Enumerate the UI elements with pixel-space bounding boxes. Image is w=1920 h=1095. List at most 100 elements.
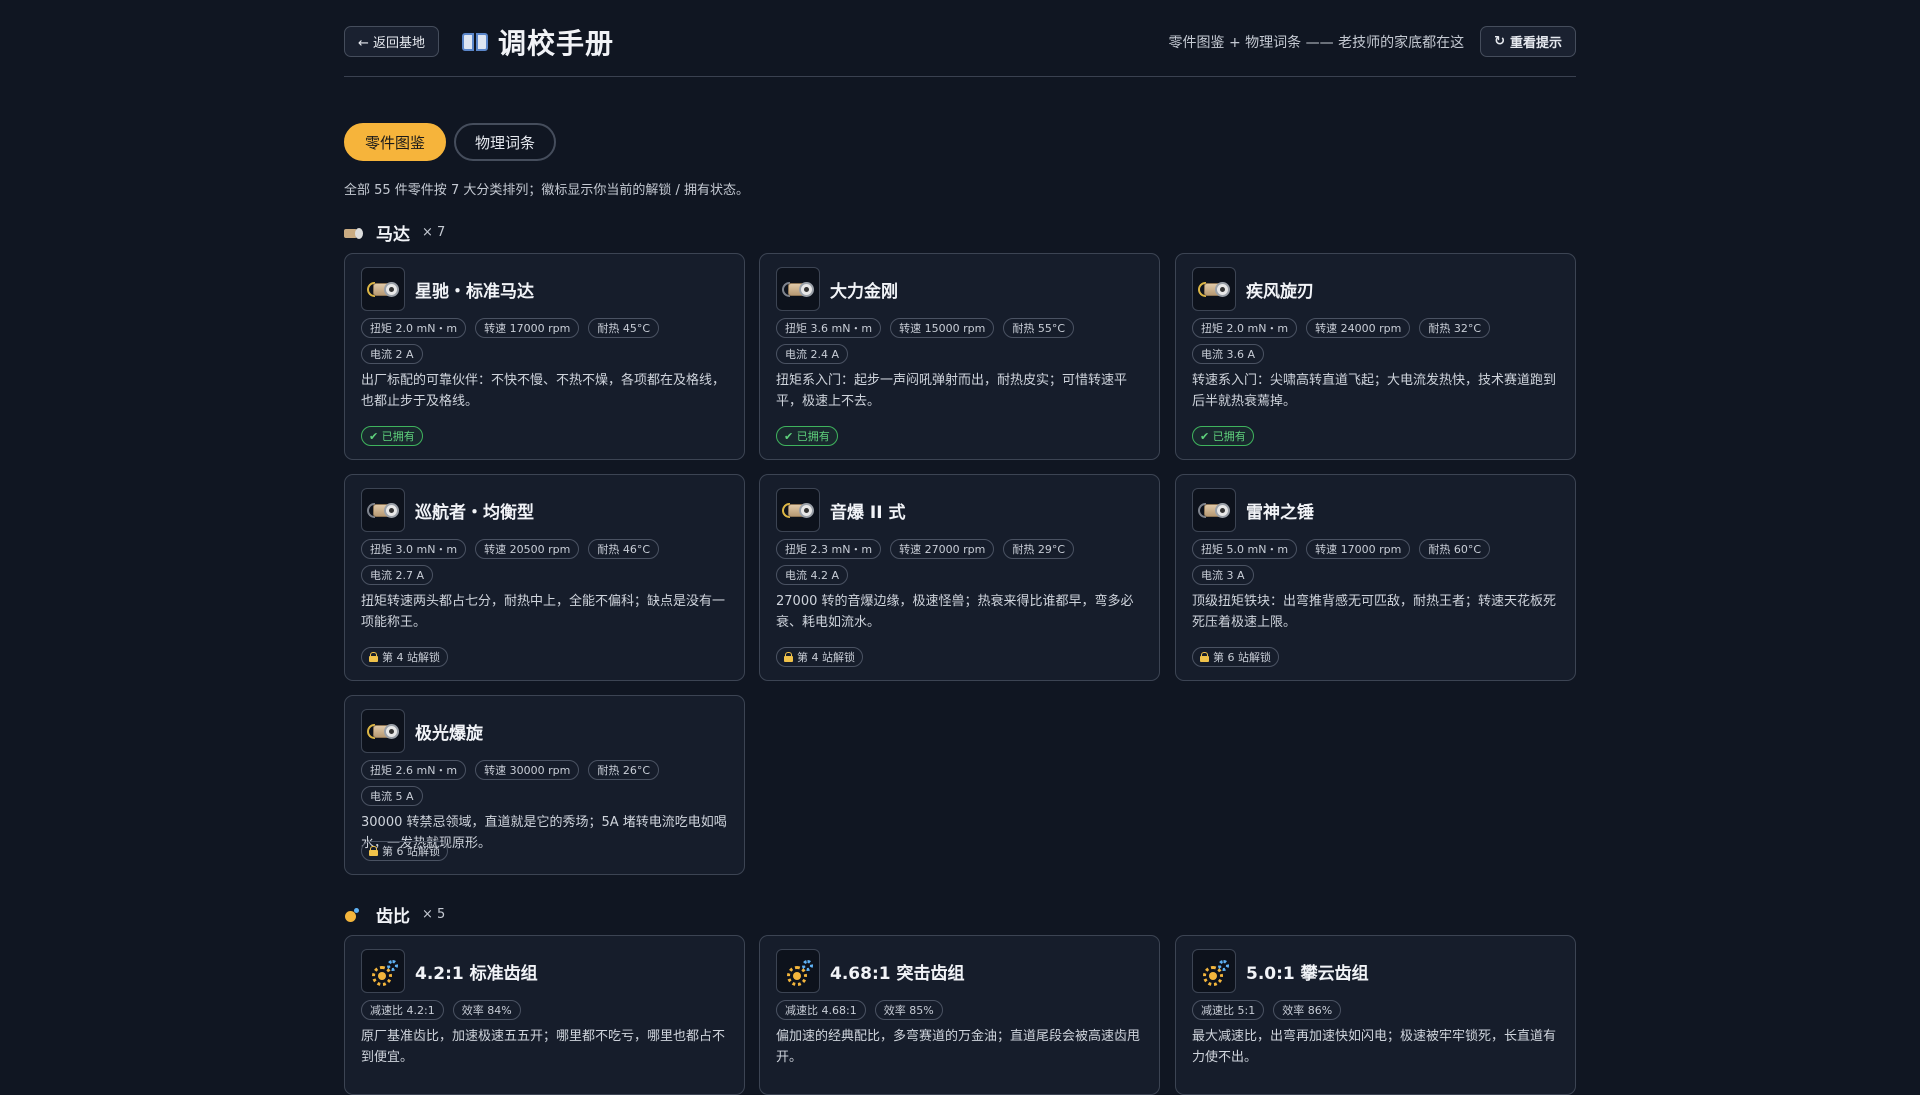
refresh-icon: ↻ [1494,34,1505,49]
spec-chip: 转速 15000 rpm [890,318,995,338]
spec-chip: 电流 3 A [1192,565,1254,585]
header: ← 返回基地 调校手册 零件图鉴 + 物理词条 —— 老技师的家底都在这 ↻ 重… [344,0,1576,77]
spec-chip: 电流 4.2 A [776,565,849,585]
spec-chip: 耐热 46°C [588,539,660,559]
part-card[interactable]: 星驰・标准马达 扭矩 2.0 mN・m 转速 17000 rpm 耐热 45°C 电流 … [344,253,745,460]
spec-chips: 扭矩 2.0 mN・m 转速 17000 rpm 耐热 45°C 电流 2 A [361,318,728,364]
card-header: 极光爆旋 [361,709,728,753]
part-name: 巡航者・均衡型 [415,502,534,523]
motor-icon [367,724,399,739]
part-card[interactable]: 疾风旋刃 扭矩 2.0 mN・m 转速 24000 rpm 耐热 32°C 电流 3.6… [1175,253,1576,460]
spec-chip: 扭矩 2.6 mN・m [361,760,467,780]
spec-chip: 扭矩 2.0 mN・m [1192,318,1298,338]
part-thumbnail [361,709,405,753]
gear-icon [344,907,364,922]
part-name: 疾风旋刃 [1246,281,1314,302]
lock-icon [369,846,378,856]
book-icon [462,31,488,53]
part-description: 原厂基准齿比，加速极速五五开；哪里都不吃亏，哪里也都占不到便宜。 [361,1029,726,1065]
part-card[interactable]: 巡航者・均衡型扭矩 3.0 mN・m 转速 20500 rpm 耐热 46°C 电流 … [344,474,745,681]
spec-chip: 减速比 4.68:1 [776,1000,866,1020]
card-header: 大力金刚 [776,267,1143,311]
part-card[interactable]: 4.68:1 突击齿组 减速比 4.68:1 效率 85% 偏加速的经典配比，多弯赛道… [759,935,1160,1095]
spec-chip: 转速 27000 rpm [890,539,995,559]
header-subtitle: 零件图鉴 + 物理词条 —— 老技师的家底都在这 [1168,34,1465,51]
part-description: 扭矩系入门：起步一声闷吼弹射而出，耐热皮实；可惜转速平平，极速上不去。 [776,373,1128,409]
spec-chips: 扭矩 5.0 mN・m 转速 17000 rpm 耐热 60°C 电流 3 A [1192,539,1559,585]
locked-badge: 第 4 站解锁 [776,647,863,667]
replay-hint-button[interactable]: ↻ 重看提示 [1480,26,1576,57]
motor-icon [1198,282,1230,297]
part-card[interactable]: 极光爆旋 扭矩 2.6 mN・m 转速 30000 rpm 耐热 26°C 电流 5 A… [344,695,745,875]
locked-badge: 第 4 站解锁 [361,647,448,667]
part-thumbnail [776,488,820,532]
part-thumbnail [776,267,820,311]
spec-chip: 电流 3.6 A [1192,344,1265,364]
hint-label: 重看提示 [1509,36,1562,51]
spec-chips: 减速比 4.68:1 效率 85% [776,1000,1143,1020]
part-card[interactable]: 雷神之锤 扭矩 5.0 mN・m 转速 17000 rpm 耐热 60°C 电流 3 A… [1175,474,1576,681]
spec-chip: 电流 2 A [361,344,423,364]
part-description: 出厂标配的可靠伙伴：不快不慢、不热不燥，各项都在及格线，也都止步于及格线。 [361,373,726,409]
section-title: 马达 [376,225,410,245]
spec-chips: 减速比 5:1 效率 86% [1192,1000,1559,1020]
spec-chip: 扭矩 2.0 mN・m [361,318,467,338]
spec-chip: 减速比 5:1 [1192,1000,1265,1020]
part-card[interactable]: 5.0:1 攀云齿组 减速比 5:1 效率 86% 最大减速比，出弯再加速快如闪电；极… [1175,935,1576,1095]
part-name: 星驰・标准马达 [415,281,534,302]
part-thumbnail [361,949,405,993]
spec-chip: 扭矩 2.3 mN・m [776,539,882,559]
motor-icon [367,282,399,297]
motor-icon [1198,503,1230,518]
spec-chips: 扭矩 2.3 mN・m 转速 27000 rpm 耐热 29°C 电流 4.2 A [776,539,1143,585]
locked-badge: 第 6 站解锁 [1192,647,1279,667]
locked-badge: 第 6 站解锁 [361,841,448,861]
spec-chip: 耐热 29°C [1003,539,1075,559]
part-card[interactable]: 4.2:1 标准齿组 减速比 4.2:1 效率 84% 原厂基准齿比，加速极速五五开；… [344,935,745,1095]
part-description: 顶级扭矩铁块：出弯推背感无可匹敌，耐热王者；转速天花板死死压着极速上限。 [1192,594,1557,630]
part-description: 最大减速比，出弯再加速快如闪电；极速被牢牢锁死，长直道有力使不出。 [1192,1029,1557,1065]
spec-chip: 转速 17000 rpm [475,318,580,338]
part-thumbnail [361,267,405,311]
part-name: 4.2:1 标准齿组 [415,963,538,984]
motor-icon [782,503,814,518]
badge-label: ✔ 已拥有 [369,430,415,443]
section-count: × 5 [422,907,446,922]
spec-chip: 耐热 60°C [1419,539,1491,559]
spec-chips: 扭矩 3.6 mN・m 转速 15000 rpm 耐热 55°C 电流 2.4 A [776,318,1143,364]
lock-icon [1200,652,1209,662]
spec-chips: 扭矩 3.0 mN・m 转速 20500 rpm 耐热 46°C 电流 2.7 A [361,539,728,585]
gear-icon [370,960,398,988]
section-title: 齿比 [376,907,410,927]
spec-chip: 电流 5 A [361,786,423,806]
part-name: 音爆 II 式 [830,502,906,523]
section-header: 马达 × 7 [344,220,445,245]
part-card[interactable]: 音爆 II 式扭矩 2.3 mN・m 转速 27000 rpm 耐热 29°C 电流 … [759,474,1160,681]
card-header: 巡航者・均衡型 [361,488,728,532]
spec-chip: 耐热 26°C [588,760,660,780]
spec-chip: 扭矩 3.6 mN・m [776,318,882,338]
tab-physics-glossary[interactable]: 物理词条 [454,123,557,161]
gear-icon [1201,960,1229,988]
spec-chip: 转速 24000 rpm [1306,318,1411,338]
spec-chip: 转速 20500 rpm [475,539,580,559]
part-description: 扭矩转速两头都占七分，耐热中上，全能不偏科；缺点是没有一项能称王。 [361,594,726,630]
spec-chip: 转速 17000 rpm [1306,539,1411,559]
back-label: ← 返回基地 [358,36,426,51]
spec-chip: 扭矩 5.0 mN・m [1192,539,1298,559]
tab-parts-catalog[interactable]: 零件图鉴 [344,123,447,161]
spec-chip: 扭矩 3.0 mN・m [361,539,467,559]
spec-chip: 耐热 55°C [1003,318,1075,338]
header-right: 零件图鉴 + 物理词条 —— 老技师的家底都在这 ↻ 重看提示 [1169,26,1576,57]
card-header: 4.68:1 突击齿组 [776,949,1143,993]
section-count: × 7 [422,225,446,240]
back-to-base-button[interactable]: ← 返回基地 [344,26,440,57]
lock-icon [784,652,793,662]
part-card[interactable]: 大力金刚 扭矩 3.6 mN・m 转速 15000 rpm 耐热 55°C 电流 2.4… [759,253,1160,460]
part-thumbnail [1192,488,1236,532]
section-header: 齿比 × 5 [344,902,445,927]
title-group: 调校手册 [462,22,614,62]
spec-chip: 效率 86% [1273,1000,1342,1020]
spec-chip: 电流 2.7 A [361,565,434,585]
spec-chip: 效率 85% [874,1000,943,1020]
